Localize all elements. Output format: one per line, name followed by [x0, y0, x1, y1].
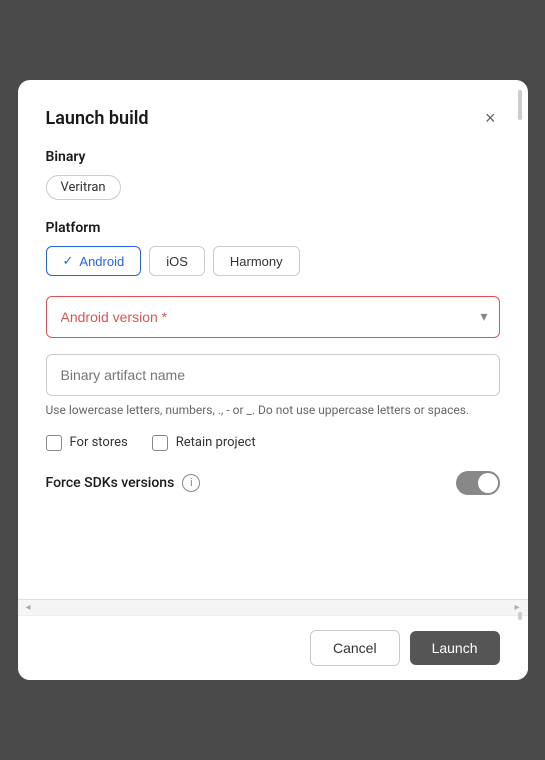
dialog-header: Launch build ×	[18, 80, 528, 149]
scroll-indicator-top	[518, 90, 522, 120]
artifact-name-input[interactable]	[46, 354, 500, 396]
platform-android-label: Android	[79, 254, 124, 269]
close-button[interactable]: ×	[481, 104, 500, 133]
platform-section: Platform ✓ Android iOS Harmony	[46, 220, 500, 276]
platform-ios-button[interactable]: iOS	[149, 246, 205, 276]
binary-label: Binary	[46, 149, 500, 165]
platform-harmony-label: Harmony	[230, 254, 283, 269]
binary-chip[interactable]: Veritran	[46, 175, 121, 200]
binary-chip-text: Veritran	[61, 180, 106, 195]
binary-section: Binary Veritran	[46, 149, 500, 200]
scroll-left-icon[interactable]: ◂	[26, 602, 31, 613]
force-sdk-left: Force SDKs versions i	[46, 474, 201, 492]
artifact-section: Use lowercase letters, numbers, ., - or …	[46, 354, 500, 419]
launch-button[interactable]: Launch	[410, 631, 500, 665]
horizontal-scroll-bar: ◂ ▸	[18, 599, 528, 615]
retain-project-checkbox-item[interactable]: Retain project	[152, 435, 256, 451]
close-icon: ×	[485, 108, 496, 129]
for-stores-checkbox[interactable]	[46, 435, 62, 451]
platform-buttons: ✓ Android iOS Harmony	[46, 246, 500, 276]
for-stores-checkbox-item[interactable]: For stores	[46, 435, 128, 451]
force-sdk-label: Force SDKs versions	[46, 475, 175, 491]
info-symbol: i	[190, 476, 193, 489]
retain-project-checkbox[interactable]	[152, 435, 168, 451]
cancel-button[interactable]: Cancel	[310, 630, 400, 666]
dialog-footer: Cancel Launch	[18, 615, 528, 680]
platform-ios-label: iOS	[166, 254, 188, 269]
force-sdk-row: Force SDKs versions i	[46, 471, 500, 495]
android-version-section: Android version * ▾	[46, 296, 500, 338]
platform-android-button[interactable]: ✓ Android	[46, 246, 142, 276]
info-icon[interactable]: i	[182, 474, 200, 492]
toggle-knob	[478, 473, 498, 493]
dialog-title: Launch build	[46, 108, 149, 129]
for-stores-label: For stores	[70, 435, 128, 450]
checkmark-icon: ✓	[63, 253, 74, 269]
artifact-hint: Use lowercase letters, numbers, ., - or …	[46, 402, 500, 419]
android-version-dropdown-wrapper: Android version * ▾	[46, 296, 500, 338]
retain-project-label: Retain project	[176, 435, 256, 450]
dialog-body: Binary Veritran Platform ✓ Android iOS H…	[18, 149, 528, 599]
launch-build-dialog: Launch build × Binary Veritran Platform …	[18, 80, 528, 680]
platform-label: Platform	[46, 220, 500, 236]
platform-harmony-button[interactable]: Harmony	[213, 246, 300, 276]
scroll-indicator-bottom	[518, 612, 522, 620]
spacer	[46, 519, 500, 579]
checkboxes-row: For stores Retain project	[46, 435, 500, 451]
force-sdk-toggle[interactable]	[456, 471, 500, 495]
android-version-select[interactable]: Android version *	[46, 296, 500, 338]
